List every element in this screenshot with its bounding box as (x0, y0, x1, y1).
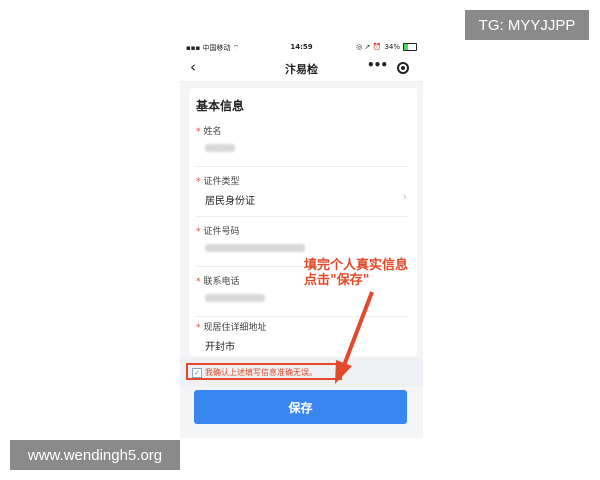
nav-bar: ‹ 汴易检 ••• (180, 55, 423, 82)
consent-highlight: ✓ 我确认上述填写信息准确无误。 (186, 363, 342, 380)
required-star: * (196, 127, 201, 137)
battery-icon (403, 43, 417, 51)
basic-info-card: 基本信息 * 姓名 * 证件类型 居民身份证 › * 证件号码 * 联系电话 * 现居住详… (189, 88, 417, 356)
field-label: * 姓名 (196, 127, 222, 137)
required-star: * (196, 323, 201, 333)
field-label: * 证件类型 (196, 177, 240, 187)
status-right: ◎ ➚ ⏰ 34% (356, 43, 417, 51)
annotation-callout: 填完个人真实信息 点击"保存" (304, 258, 434, 288)
battery-fill (404, 44, 409, 50)
section-title: 基本信息 (196, 99, 245, 113)
redacted-value (205, 144, 235, 152)
redacted-value (205, 294, 265, 302)
field-label: * 现居住详细地址 (196, 323, 267, 333)
field-value: 居民身份证 (205, 196, 255, 207)
chevron-right-icon[interactable]: › (403, 190, 407, 203)
more-dots-icon[interactable]: ••• (367, 58, 388, 72)
save-button[interactable]: 保存 (194, 390, 407, 424)
address-field[interactable]: * 现居住详细地址 开封市 (196, 314, 409, 362)
consent-checkbox[interactable]: ✓ (192, 368, 202, 378)
consent-bar: ✓ 我确认上述填写信息准确无误。 (180, 358, 423, 386)
required-star: * (196, 177, 201, 187)
required-star: * (196, 277, 201, 287)
field-label: * 证件号码 (196, 227, 240, 237)
consent-text: 我确认上述填写信息准确无误。 (205, 368, 317, 377)
redacted-value (205, 244, 305, 252)
alarm-icon: ◎ ➚ ⏰ (356, 43, 382, 51)
id-type-field[interactable]: * 证件类型 居民身份证 › (196, 168, 409, 217)
field-label: * 联系电话 (196, 277, 240, 287)
site-watermark: www.wendingh5.org (10, 440, 180, 470)
required-star: * (196, 227, 201, 237)
annotation-line-2: 点击"保存" (304, 273, 370, 288)
status-bar: ▪▪▪ 中国移动 ⌔ 14:59 ◎ ➚ ⏰ 34% (180, 40, 423, 55)
field-value: 开封市 (205, 342, 235, 353)
battery-percent: 34% (384, 43, 400, 51)
name-field[interactable]: * 姓名 (196, 118, 409, 167)
tg-watermark: TG: MYYJJPP (465, 10, 589, 40)
phone-screen: ▪▪▪ 中国移动 ⌔ 14:59 ◎ ➚ ⏰ 34% ‹ 汴易检 ••• 基本信… (180, 40, 423, 438)
annotation-line-1: 填完个人真实信息 (304, 258, 409, 273)
target-icon[interactable] (397, 62, 409, 74)
